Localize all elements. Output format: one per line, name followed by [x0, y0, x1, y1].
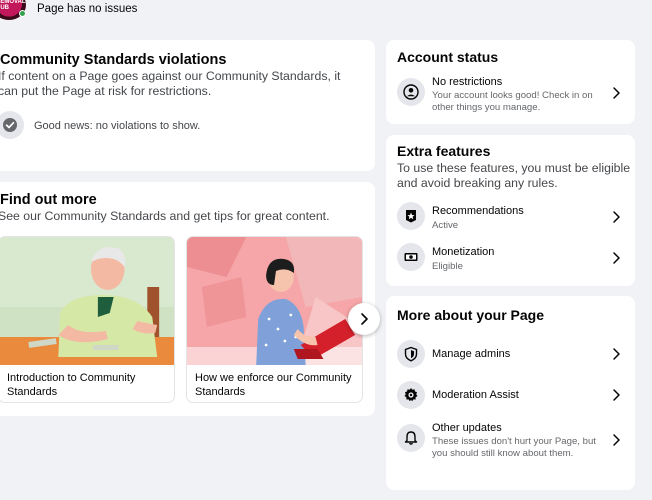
account-status-row[interactable]: No restrictions Your account looks good!…	[386, 70, 635, 120]
checkmark-icon	[0, 111, 24, 139]
recommendations-icon	[397, 202, 425, 230]
chevron-right-icon	[613, 389, 620, 401]
extra-features-card: Extra features To use these features, yo…	[386, 135, 635, 286]
more-about-page-card: More about your Page Manage admins Moder…	[386, 296, 635, 490]
find-out-more-title: Find out more	[0, 192, 97, 208]
woman-laptop-illustration	[187, 237, 362, 365]
money-icon	[397, 243, 425, 271]
violations-description: If content on a Page goes against our Co…	[0, 69, 341, 98]
account-status-title: Account status	[397, 49, 499, 65]
bell-icon	[397, 424, 425, 452]
account-status-item-title: No restrictions	[432, 76, 503, 88]
user-circle-icon	[397, 78, 425, 106]
chevron-right-icon	[613, 434, 620, 446]
other-updates-row[interactable]: Other updates These issues don't hurt yo…	[386, 418, 635, 466]
manage-admins-row[interactable]: Manage admins	[386, 336, 635, 372]
chevron-right-icon	[613, 348, 620, 360]
other-updates-title: Other updates	[432, 422, 502, 434]
violations-card: Community Standards violations If conten…	[0, 40, 375, 171]
other-updates-subtitle: These issues don't hurt your Page, but y…	[432, 436, 596, 459]
chevron-right-icon	[613, 252, 620, 264]
account-status-item-subtitle: Your account looks good! Check in on oth…	[432, 90, 593, 113]
elderly-man-illustration	[0, 237, 174, 365]
status-dot-icon	[19, 10, 26, 17]
chevron-right-icon	[613, 211, 620, 223]
extra-features-description: To use these features, you must be eligi…	[397, 161, 631, 190]
moderation-assist-row[interactable]: Moderation Assist	[386, 377, 635, 413]
card-caption: How we enforce our Community Standards	[195, 372, 352, 398]
enforce-community-standards-card[interactable]: How we enforce our Community Standards	[186, 236, 363, 403]
moderation-assist-title: Moderation Assist	[432, 389, 519, 401]
manage-admins-title: Manage admins	[432, 348, 511, 360]
card-caption: Introduction to Community Standards	[7, 372, 136, 398]
recommendations-title: Recommendations	[432, 205, 524, 217]
top-bar: REMOVAL HUB Page has no issues	[0, 0, 652, 22]
violations-status: Good news: no violations to show.	[34, 120, 201, 132]
recommendations-status: Active	[432, 220, 459, 231]
chevron-right-icon	[613, 87, 620, 99]
shield-icon	[397, 340, 425, 368]
monetization-status: Eligible	[432, 261, 463, 272]
gear-icon	[397, 381, 425, 409]
page-status-text: Page has no issues	[37, 3, 138, 15]
recommendations-row[interactable]: Recommendations Active	[386, 199, 635, 235]
extra-features-title: Extra features	[397, 143, 491, 159]
chevron-right-icon	[361, 313, 368, 325]
account-status-card: Account status No restrictions Your acco…	[386, 40, 635, 124]
more-about-title: More about your Page	[397, 307, 545, 323]
monetization-row[interactable]: Monetization Eligible	[386, 240, 635, 276]
violations-title: Community Standards violations	[0, 52, 227, 68]
find-out-more-description: See our Community Standards and get tips…	[0, 209, 330, 223]
intro-community-standards-card[interactable]: Introduction to Community Standards	[0, 236, 175, 403]
carousel-next-button[interactable]	[348, 303, 380, 335]
monetization-title: Monetization	[432, 246, 495, 258]
